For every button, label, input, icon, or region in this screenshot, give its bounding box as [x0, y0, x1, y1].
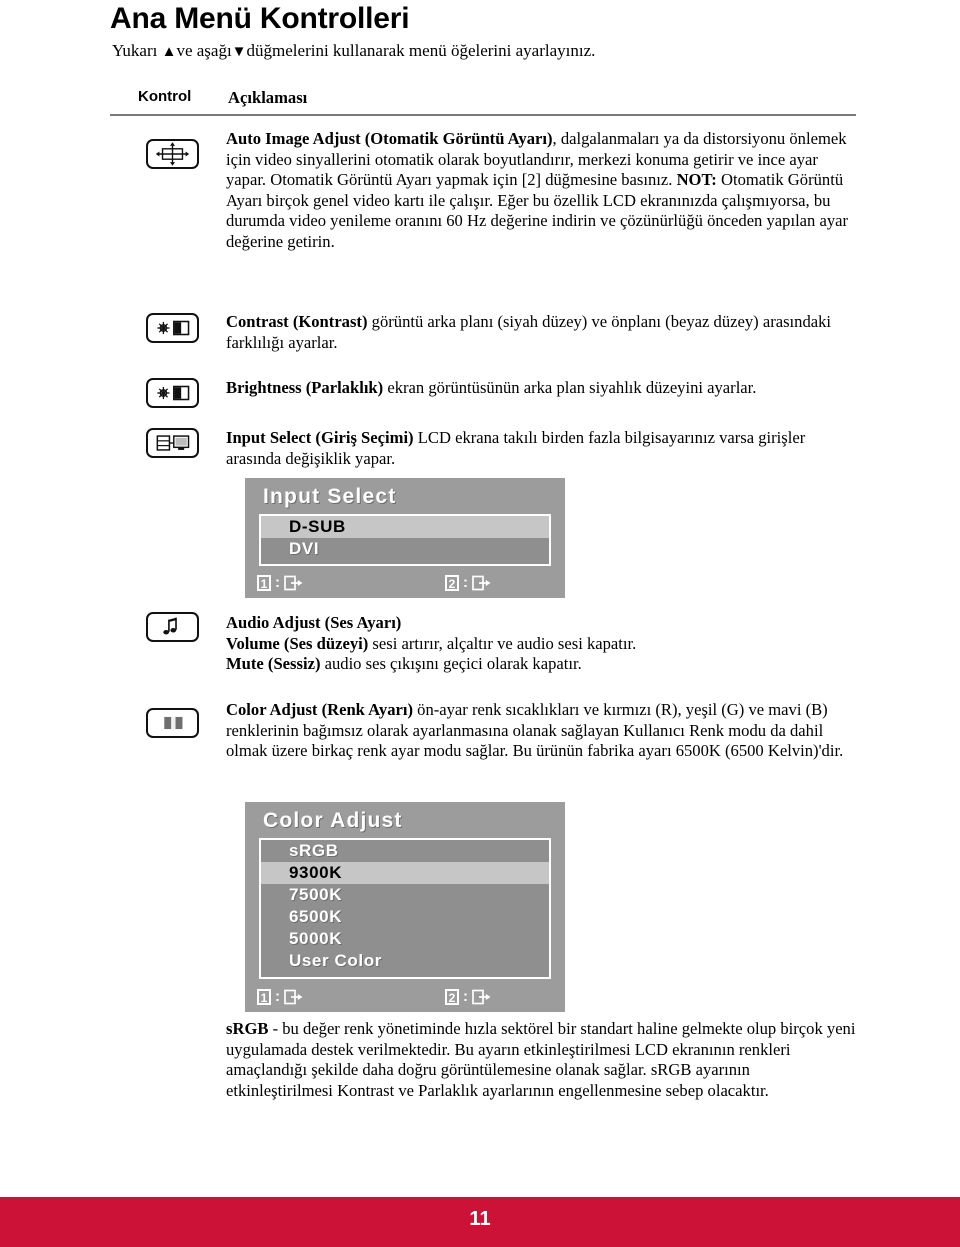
column-header-description: Açıklaması [228, 88, 308, 107]
row-description-input-select: Input Select (Giriş Seçimi) LCD ekrana t… [226, 428, 860, 469]
document-page: Ana Menü Kontrolleri Yukarı ▲ve aşağı▼dü… [0, 0, 960, 1247]
term-note: NOT: [676, 170, 717, 190]
osd-footer-key-2[interactable]: 2 : [445, 574, 491, 591]
osd-item-9300k[interactable]: 9300K [261, 862, 549, 884]
osd-item-6500k[interactable]: 6500K [261, 906, 549, 928]
osd-footer-key-2-number: 2 [445, 574, 459, 591]
row-description-audio-adjust: Audio Adjust (Ses Ayarı) Volume (Ses düz… [226, 613, 866, 675]
audio-adjust-icon [146, 612, 199, 642]
color-adjust-icon [146, 708, 199, 738]
osd-input-select: Input Select D-SUB DVI 1 : 2 : [245, 478, 565, 598]
exit-icon [284, 989, 303, 1005]
exit-icon [284, 575, 303, 591]
footer-bar: 11 [0, 1197, 960, 1247]
row-description-contrast: Contrast (Kontrast) görüntü arka planı (… [226, 312, 862, 353]
term-srgb: sRGB [226, 1019, 269, 1038]
text-srgb: - bu değer renk yönetiminde hızla sektör… [226, 1019, 856, 1100]
input-select-icon [146, 428, 199, 458]
osd-color-adjust-title: Color Adjust [263, 809, 403, 832]
osd-color-adjust: Color Adjust sRGB 9300K 7500K 6500K 5000… [245, 802, 565, 1012]
osd-color-adjust-list: sRGB 9300K 7500K 6500K 5000K User Color [259, 838, 551, 979]
header-divider [110, 114, 856, 116]
osd-color-adjust-footer: 1 : 2 : [257, 988, 553, 1008]
osd-item-user-color[interactable]: User Color [261, 950, 549, 972]
osd-footer-key-1[interactable]: 1 : [257, 988, 303, 1005]
intro-text-before: Yukarı [112, 41, 162, 60]
osd-footer-key-2-colon: : [463, 574, 468, 591]
page-title: Ana Menü Kontrolleri [110, 2, 410, 35]
term-audio-adjust: Audio Adjust (Ses Ayarı) [226, 613, 402, 632]
contrast-icon [146, 313, 199, 343]
up-arrow-icon: ▲ [161, 44, 177, 60]
term-mute: Mute (Sessiz) [226, 654, 321, 674]
page-number: 11 [469, 1208, 491, 1230]
row-description-brightness: Brightness (Parlaklık) ekran görüntüsünü… [226, 378, 866, 399]
intro-text-after: düğmelerini kullanarak menü öğelerini ay… [246, 41, 596, 60]
osd-footer-key-1[interactable]: 1 : [257, 574, 303, 591]
osd-footer-key-2-colon: : [463, 988, 468, 1005]
term-auto-image-adjust: Auto Image Adjust (Otomatik Görüntü Ayar… [226, 129, 553, 148]
osd-footer-key-1-number: 1 [257, 988, 271, 1005]
osd-input-select-title: Input Select [263, 485, 397, 508]
auto-image-adjust-icon [146, 139, 199, 169]
term-volume: Volume (Ses düzeyi) [226, 633, 369, 653]
text-volume: sesi artırır, alçaltır ve audio sesi kap… [368, 633, 637, 653]
osd-item-5000k[interactable]: 5000K [261, 928, 549, 950]
osd-input-select-footer: 1 : 2 : [257, 574, 553, 594]
intro-text-middle: ve aşağı [176, 41, 232, 60]
exit-icon [472, 575, 491, 591]
term-brightness: Brightness (Parlaklık) [226, 378, 384, 397]
osd-input-select-list: D-SUB DVI [259, 514, 551, 566]
exit-icon [472, 989, 491, 1005]
text-mute: audio ses çıkışını geçici olarak kapatır… [320, 654, 582, 674]
column-header-control: Kontrol [138, 88, 192, 105]
osd-footer-key-1-colon: : [275, 574, 280, 591]
osd-footer-key-2-number: 2 [445, 988, 459, 1005]
term-contrast: Contrast (Kontrast) [226, 312, 368, 331]
osd-footer-key-2[interactable]: 2 : [445, 988, 491, 1005]
row-description-color-adjust: Color Adjust (Renk Ayarı) ön-ayar renk s… [226, 700, 862, 762]
row-description-auto-image-adjust: Auto Image Adjust (Otomatik Görüntü Ayar… [226, 129, 860, 253]
osd-footer-key-1-colon: : [275, 988, 280, 1005]
osd-item-dvi[interactable]: DVI [261, 538, 549, 560]
footer-top-rule [0, 1197, 960, 1200]
brightness-icon [146, 378, 199, 408]
osd-footer-key-1-number: 1 [257, 574, 271, 591]
text-brightness: ekran görüntüsünün arka plan siyahlık dü… [383, 378, 757, 397]
term-input-select: Input Select (Giriş Seçimi) [226, 428, 414, 447]
srgb-note: sRGB - bu değer renk yönetiminde hızla s… [226, 1019, 858, 1101]
down-arrow-icon: ▼ [231, 44, 247, 60]
intro-text: Yukarı ▲ve aşağı▼düğmelerini kullanarak … [112, 41, 595, 61]
term-color-adjust: Color Adjust (Renk Ayarı) [226, 700, 413, 719]
osd-item-d-sub[interactable]: D-SUB [261, 516, 549, 538]
osd-item-7500k[interactable]: 7500K [261, 884, 549, 906]
osd-item-srgb[interactable]: sRGB [261, 840, 549, 862]
